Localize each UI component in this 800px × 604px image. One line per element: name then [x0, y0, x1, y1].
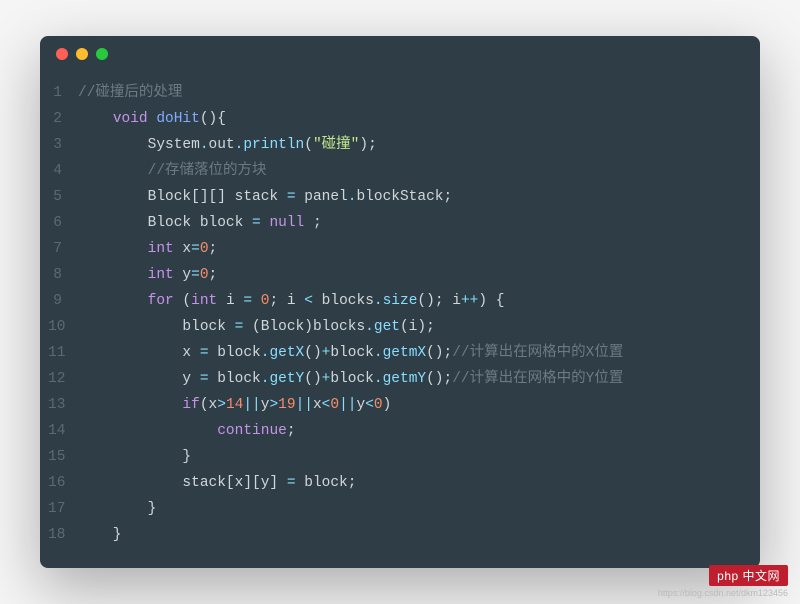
code-line: //碰撞后的处理 — [78, 80, 623, 106]
line-number: 17 — [48, 496, 62, 522]
line-number: 10 — [48, 314, 62, 340]
code-editor: 123456789101112131415161718 //碰撞后的处理 voi… — [40, 72, 760, 568]
line-number: 5 — [48, 184, 62, 210]
watermark-url: https://blog.csdn.net/dkm123456 — [658, 588, 788, 598]
line-number: 1 — [48, 80, 62, 106]
code-line: //存储落位的方块 — [78, 158, 623, 184]
code-line: Block block = null ; — [78, 210, 623, 236]
line-number: 18 — [48, 522, 62, 548]
code-content: //碰撞后的处理 void doHit(){ System.out.printl… — [78, 80, 623, 548]
close-icon[interactable] — [56, 48, 68, 60]
watermark: php 中文网 https://blog.csdn.net/dkm123456 — [658, 565, 788, 598]
code-line: void doHit(){ — [78, 106, 623, 132]
code-window: 123456789101112131415161718 //碰撞后的处理 voi… — [40, 36, 760, 568]
code-line: x = block.getX()+block.getmX();//计算出在网格中… — [78, 340, 623, 366]
code-line: block = (Block)blocks.get(i); — [78, 314, 623, 340]
line-number: 15 — [48, 444, 62, 470]
line-number: 12 — [48, 366, 62, 392]
code-line: } — [78, 522, 623, 548]
line-number: 8 — [48, 262, 62, 288]
window-titlebar — [40, 36, 760, 72]
line-number: 13 — [48, 392, 62, 418]
code-line: Block[][] stack = panel.blockStack; — [78, 184, 623, 210]
line-number: 4 — [48, 158, 62, 184]
code-line: if(x>14||y>19||x<0||y<0) — [78, 392, 623, 418]
line-number: 9 — [48, 288, 62, 314]
code-line: y = block.getY()+block.getmY();//计算出在网格中… — [78, 366, 623, 392]
code-line: for (int i = 0; i < blocks.size(); i++) … — [78, 288, 623, 314]
code-line: int x=0; — [78, 236, 623, 262]
line-number: 16 — [48, 470, 62, 496]
line-number: 11 — [48, 340, 62, 366]
code-line: System.out.println("碰撞"); — [78, 132, 623, 158]
line-number: 2 — [48, 106, 62, 132]
watermark-badge: php 中文网 — [709, 565, 788, 586]
line-number: 6 — [48, 210, 62, 236]
code-line: } — [78, 444, 623, 470]
line-number-gutter: 123456789101112131415161718 — [48, 80, 78, 548]
code-line: stack[x][y] = block; — [78, 470, 623, 496]
code-line: } — [78, 496, 623, 522]
minimize-icon[interactable] — [76, 48, 88, 60]
line-number: 14 — [48, 418, 62, 444]
code-line: continue; — [78, 418, 623, 444]
line-number: 7 — [48, 236, 62, 262]
maximize-icon[interactable] — [96, 48, 108, 60]
line-number: 3 — [48, 132, 62, 158]
code-line: int y=0; — [78, 262, 623, 288]
